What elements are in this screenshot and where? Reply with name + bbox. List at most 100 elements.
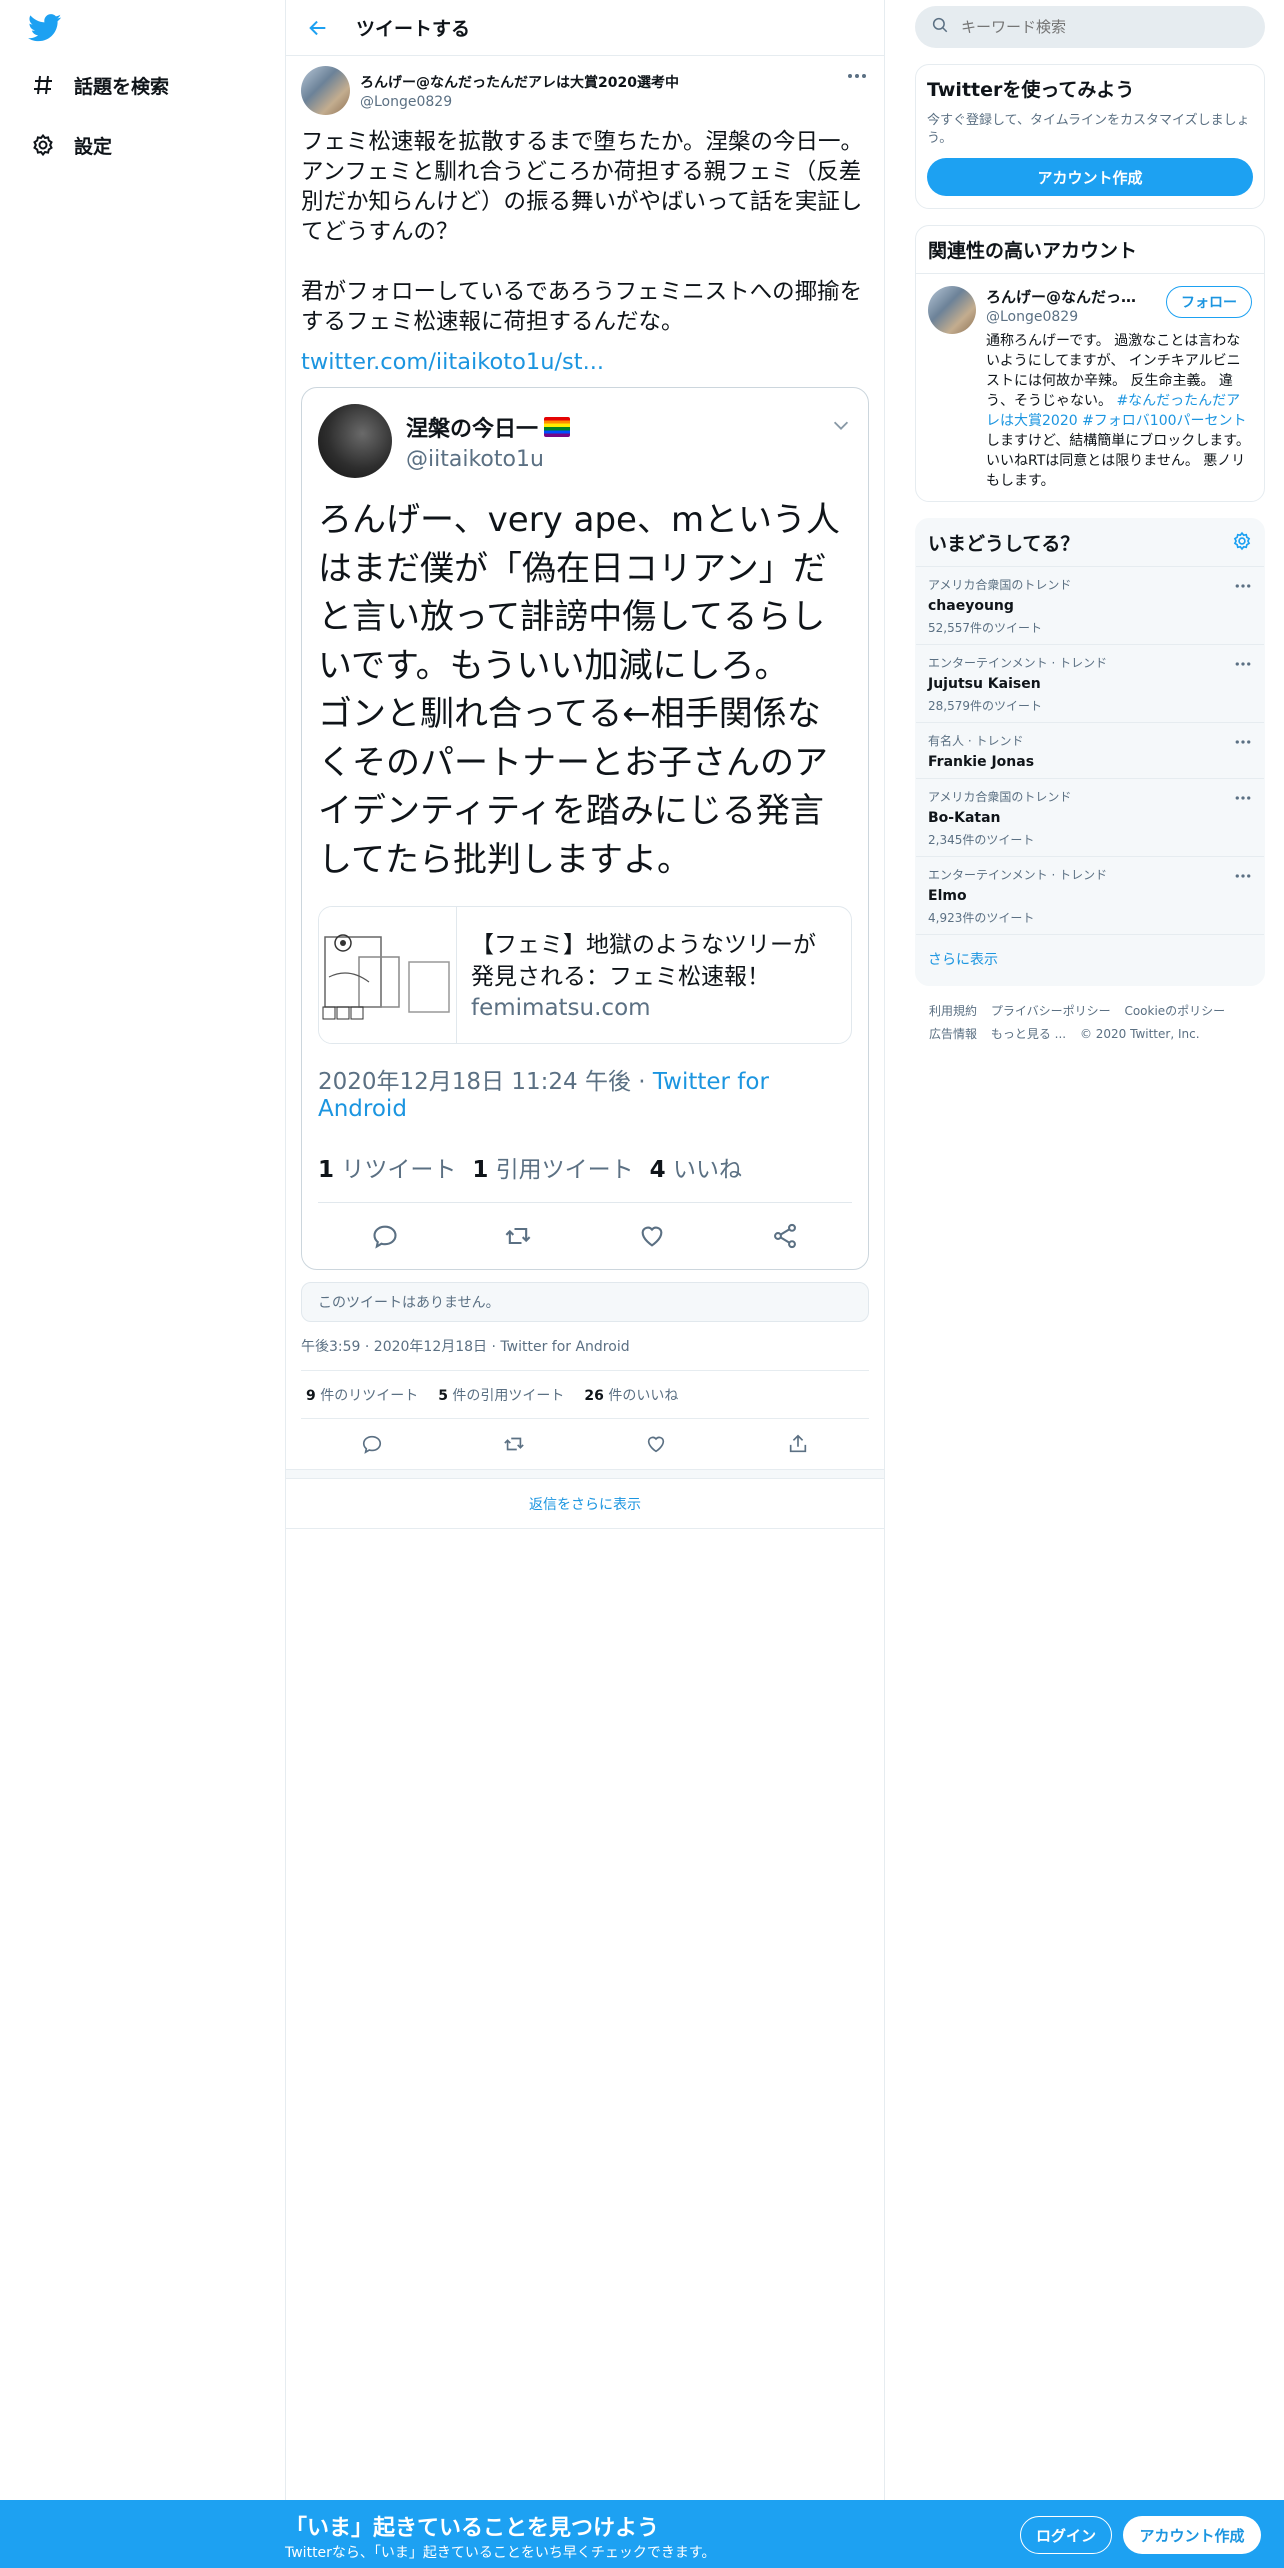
main-tweet: ろんげー@なんだったんだアレは大賞2020選考中 @Longe0829 フェミ松… [286,56,884,1469]
related-account-bio: 通称ろんげーです。 過激なことは言わないようにしてますが、 インチキアルビニスト… [986,331,1252,491]
quotes-label: 件の引用ツイート [452,1387,565,1404]
search-input[interactable] [961,18,1211,36]
related-account[interactable]: ろんげー@なんだったんだアレは大賞2020選考中 @Longe0829 フォロー… [916,274,1264,501]
retweet-icon[interactable] [501,1431,527,1457]
chevron-down-icon[interactable] [830,414,852,436]
embed-author-handle[interactable]: @iitaikoto1u [406,447,570,472]
gear-icon [28,130,58,160]
embed-tweet-text: ろんげー、very ape、mという人はまだ僕が「偽在日コリアン」だと言い放って… [318,500,841,880]
related-account-name[interactable]: ろんげー@なんだったんだアレは大賞2020選考中 [986,286,1146,307]
right-sidebar: Twitterを使ってみよう 今すぐ登録して、タイムラインをカスタマイズしましょ… [915,0,1265,1046]
embed-quotes[interactable]: 1 引用ツイート [472,1150,633,1184]
main-column: ツイートする ろんげー@なんだったんだアレは大賞2020選考中 @Longe08… [285,0,885,2500]
avatar[interactable] [301,66,350,115]
embed-avatar[interactable] [318,404,392,478]
nav-settings[interactable]: 設定 [28,125,112,165]
trend-category: アメリカ合衆国のトレンド [928,790,1072,804]
embed-author-name[interactable]: 涅槃の今日一 [406,411,571,443]
trend-item[interactable]: アメリカ合衆国のトレンド Bo-Katan 2,345件のツイート [916,778,1264,856]
trend-tweet-count: 28,579件のツイート [928,699,1042,713]
more-options-icon[interactable] [1234,867,1252,879]
embed-tweet-time[interactable]: 2020年12月18日 11:24 午後 · [318,1069,653,1095]
tweet-link[interactable]: twitter.com/iitaikoto1u/st... [301,347,869,377]
card-thumbnail [319,907,457,1043]
trend-tweet-count: 2,345件のツイート [928,833,1035,847]
embed-author-name-text: 涅槃の今日一 [406,416,539,442]
trends-show-more-link[interactable]: さらに表示 [916,934,1264,985]
retweets-stat[interactable]: 9 件のリツイート [306,1385,418,1405]
trend-name: Bo-Katan [928,810,1001,826]
twitter-logo-icon[interactable] [28,14,62,42]
trend-name: Frankie Jonas [928,754,1035,770]
author-handle[interactable]: @Longe0829 [360,94,679,110]
more-options-icon[interactable] [1234,789,1252,801]
footer-ads-link[interactable]: 広告情報 [929,1027,977,1041]
embedded-tweet[interactable]: 涅槃の今日一 @iitaikoto1u ろんげー、very ape、mという人は… [301,387,869,1270]
embed-quotes-count: 1 [472,1157,489,1183]
trends-panel: いまどうしてる？ アメリカ合衆国のトレンド chaeyoung 52,557件のツイ… [915,518,1265,986]
embed-likes-label: いいね [672,1157,742,1183]
footer-more-link[interactable]: もっと見る ... [991,1027,1066,1041]
tweet-text: フェミ松速報を拡散するまで堕ちたか。涅槃の今日一。 アンフェミと馴れ合うどころか… [301,129,864,335]
reply-icon[interactable] [359,1431,385,1457]
embed-tweet-stats: 1 リツイート 1 引用ツイート 4 いいね [318,1150,852,1203]
avatar[interactable] [928,286,976,334]
likes-count: 26 [584,1387,604,1404]
search-icon [931,16,949,38]
trend-item[interactable]: アメリカ合衆国のトレンド chaeyoung 52,557件のツイート [916,566,1264,644]
follow-button[interactable]: フォロー [1166,286,1252,318]
embed-quotes-label: 引用ツイート [495,1157,634,1183]
related-account-handle: @Longe0829 [986,309,1079,325]
signup-panel: Twitterを使ってみよう 今すぐ登録して、タイムラインをカスタマイズしましょ… [915,64,1265,209]
reply-icon[interactable] [368,1219,402,1253]
related-accounts-panel: 関連性の高いアカウント ろんげー@なんだったんだアレは大賞2020選考中 @Lo… [915,225,1265,502]
embed-likes[interactable]: 4 いいね [650,1150,742,1184]
trend-item[interactable]: 有名人 · トレンド Frankie Jonas [916,722,1264,778]
footer-terms-link[interactable]: 利用規約 [929,1004,977,1018]
back-arrow-icon[interactable] [298,8,338,48]
nav-explore[interactable]: 話題を検索 [28,65,169,105]
gear-icon[interactable] [1232,531,1252,555]
quotes-count: 5 [438,1387,448,1404]
tweet-meta: 午後3:59 · 2020年12月18日 · Twitter for Andro… [301,1336,869,1371]
share-upload-icon[interactable] [785,1431,811,1457]
login-button[interactable]: ログイン [1020,2516,1112,2554]
share-icon[interactable] [768,1219,802,1253]
more-options-icon[interactable] [1234,577,1252,589]
trend-category: エンターテインメント · トレンド [928,656,1108,670]
link-card[interactable]: 【フェミ】地獄のようなツリーが発見される：フェミ松速報！ femimatsu.c… [318,906,852,1044]
signup-button[interactable]: アカウント作成 [1123,2516,1261,2554]
more-options-icon[interactable] [846,68,868,84]
bio-text-end: しますけど、結構簡単にブロックします。 いいねRTは同意とは限りません。 悪ノリ… [986,433,1250,489]
embed-retweets-count: 1 [318,1157,335,1183]
footer-privacy-link[interactable]: プライバシーポリシー [991,1004,1111,1018]
trend-item[interactable]: エンターテインメント · トレンド Elmo 4,923件のツイート [916,856,1264,934]
likes-stat[interactable]: 26 件のいいね [584,1385,678,1405]
create-account-button[interactable]: アカウント作成 [927,158,1253,196]
show-more-replies-link[interactable]: 返信をさらに表示 [286,1479,884,1529]
footer-copyright: © 2020 Twitter, Inc. [1079,1027,1200,1041]
embed-tweet-meta: 2020年12月18日 11:24 午後 · Twitter for Andro… [318,1062,852,1122]
page-header: ツイートする [286,0,884,56]
quotes-stat[interactable]: 5 件の引用ツイート [438,1385,564,1405]
trend-name: chaeyoung [928,598,1014,614]
embed-retweets[interactable]: 1 リツイート [318,1150,456,1184]
like-icon[interactable] [643,1431,669,1457]
section-divider [286,1469,884,1479]
embed-retweets-label: リツイート [341,1157,457,1183]
more-options-icon[interactable] [1234,655,1252,667]
trend-category: 有名人 · トレンド [928,734,1024,748]
more-options-icon[interactable] [1234,733,1252,745]
nav-settings-label: 設定 [74,135,113,158]
author-name[interactable]: ろんげー@なんだったんだアレは大賞2020選考中 [360,72,679,92]
trend-name: Elmo [928,888,967,904]
search-box[interactable] [915,6,1265,48]
retweet-icon[interactable] [501,1219,535,1253]
trend-name: Jujutsu Kaisen [928,676,1041,692]
trend-tweet-count: 4,923件のツイート [928,911,1035,925]
footer-cookie-link[interactable]: Cookieのポリシー [1124,1004,1225,1018]
like-icon[interactable] [635,1219,669,1253]
bottom-signup-bar: 「いま」起きていることを見つけよう Twitterなら、「いま」起きていることを… [0,2500,1284,2568]
tweet-author: ろんげー@なんだったんだアレは大賞2020選考中 @Longe0829 [301,66,869,115]
trend-item[interactable]: エンターテインメント · トレンド Jujutsu Kaisen 28,579件のツ… [916,644,1264,722]
